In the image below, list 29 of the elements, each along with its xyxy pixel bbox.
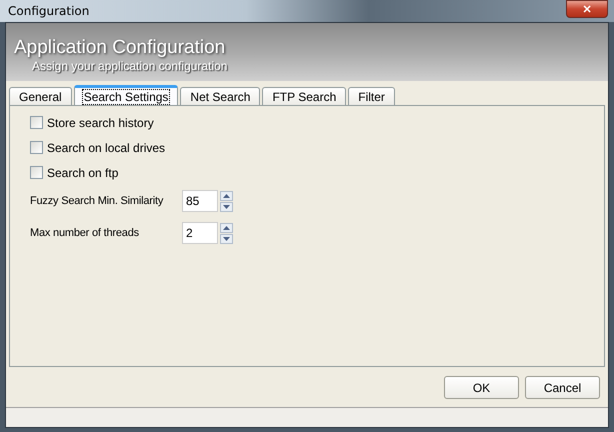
tab[interactable]: FTP Search bbox=[262, 87, 346, 105]
up-arrow-icon bbox=[223, 194, 230, 198]
header-subtitle: Assign your application configuration bbox=[31, 59, 228, 73]
spin-up-button[interactable] bbox=[220, 190, 233, 200]
number-field[interactable]: 2 bbox=[182, 222, 218, 244]
checkbox-label: Search on local drives bbox=[47, 140, 166, 154]
down-arrow-icon bbox=[223, 236, 230, 240]
checkbox-label: Search on ftp bbox=[47, 166, 118, 180]
tab[interactable]: Filter bbox=[348, 87, 395, 105]
checkbox[interactable] bbox=[30, 141, 43, 154]
spin-down-button[interactable] bbox=[220, 202, 233, 212]
dialog-button[interactable]: OK bbox=[444, 376, 519, 399]
spin-up-button[interactable] bbox=[220, 222, 233, 232]
tab[interactable]: Net Search bbox=[180, 87, 260, 105]
number-field[interactable]: 85 bbox=[182, 190, 218, 212]
tab[interactable]: Search Settings bbox=[74, 85, 178, 105]
dialog-button[interactable]: Cancel bbox=[525, 376, 600, 399]
spin-down-button[interactable] bbox=[220, 234, 233, 244]
close-button[interactable]: ✕ bbox=[566, 0, 608, 18]
checkbox-label: Store search history bbox=[47, 116, 154, 130]
field-label: Max number of threads bbox=[30, 227, 140, 239]
tab[interactable]: General bbox=[9, 87, 72, 105]
header-title: Application Configuration bbox=[14, 37, 226, 59]
checkbox[interactable] bbox=[30, 166, 43, 179]
checkbox[interactable] bbox=[30, 116, 43, 129]
down-arrow-icon bbox=[223, 204, 230, 208]
up-arrow-icon bbox=[223, 226, 230, 230]
window-title: Configuration bbox=[8, 4, 90, 18]
field-label: Fuzzy Search Min. Similarity bbox=[30, 195, 164, 207]
